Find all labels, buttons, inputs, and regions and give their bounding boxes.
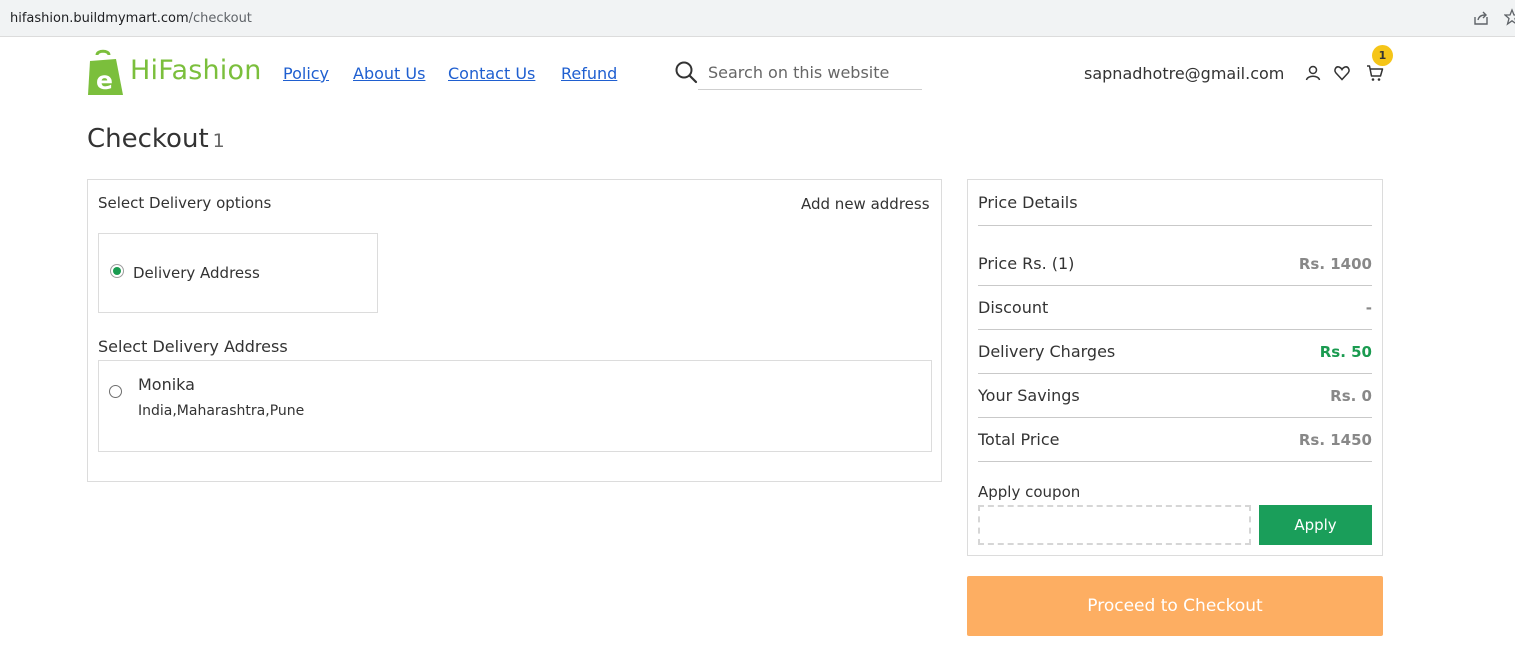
delivery-options-heading: Select Delivery options (98, 194, 272, 212)
cart-icon[interactable] (1366, 64, 1384, 82)
savings-row-value: Rs. 0 (1330, 387, 1372, 405)
delivery-charges-label: Delivery Charges (978, 342, 1116, 361)
add-new-address-link[interactable]: Add new address (801, 195, 930, 213)
apply-coupon-button[interactable]: Apply (1259, 505, 1372, 545)
divider (978, 461, 1372, 462)
divider (978, 373, 1372, 374)
checkout-item-count: 1 (212, 130, 225, 152)
page-title-text: Checkout (87, 124, 209, 154)
search-input[interactable] (698, 56, 922, 90)
price-details-title: Price Details (978, 193, 1078, 212)
cart-count-badge: 1 (1372, 45, 1393, 66)
search-icon[interactable] (674, 60, 698, 84)
total-price-label: Total Price (978, 430, 1060, 449)
radio-selected-dot (113, 267, 121, 275)
proceed-to-checkout-button[interactable]: Proceed to Checkout (967, 576, 1383, 636)
url-text[interactable]: hifashion.buildmymart.com/checkout (10, 11, 252, 26)
user-email[interactable]: sapnadhotre@gmail.com (1084, 64, 1284, 83)
savings-row-label: Your Savings (978, 386, 1080, 405)
browser-address-bar: hifashion.buildmymart.com/checkout (0, 0, 1515, 37)
user-icon[interactable] (1304, 64, 1322, 82)
url-path: /checkout (188, 11, 252, 26)
nav-policy-link[interactable]: Policy (283, 64, 329, 83)
divider (978, 329, 1372, 330)
delivery-address-heading: Select Delivery Address (98, 337, 288, 356)
delivery-option-radio[interactable] (110, 264, 124, 278)
nav-refund-link[interactable]: Refund (561, 64, 617, 83)
discount-row-value: - (1365, 299, 1372, 317)
delivery-charges-value: Rs. 50 (1319, 343, 1372, 361)
nav-contact-us-link[interactable]: Contact Us (448, 64, 535, 83)
address-name: Monika (138, 375, 195, 394)
total-price-value: Rs. 1450 (1298, 431, 1372, 449)
divider (978, 417, 1372, 418)
heart-icon[interactable] (1333, 64, 1351, 82)
coupon-input[interactable] (978, 505, 1251, 545)
discount-row-label: Discount (978, 298, 1049, 317)
nav-about-us-link[interactable]: About Us (353, 64, 425, 83)
bookmark-star-icon[interactable] (1504, 8, 1515, 26)
page-title: Checkout 1 (87, 124, 225, 154)
divider (978, 285, 1372, 286)
price-row-label: Price Rs. (1) (978, 254, 1075, 273)
address-line: India,Maharashtra,Pune (138, 403, 305, 419)
divider (978, 225, 1372, 226)
share-icon[interactable] (1473, 10, 1489, 26)
url-host: hifashion.buildmymart.com (10, 11, 189, 26)
brand-name[interactable]: HiFashion (130, 55, 262, 86)
price-row-value: Rs. 1400 (1298, 255, 1372, 273)
delivery-option-label: Delivery Address (133, 264, 260, 282)
svg-text:e: e (96, 66, 113, 95)
coupon-label: Apply coupon (978, 483, 1081, 501)
address-radio[interactable] (109, 385, 122, 398)
